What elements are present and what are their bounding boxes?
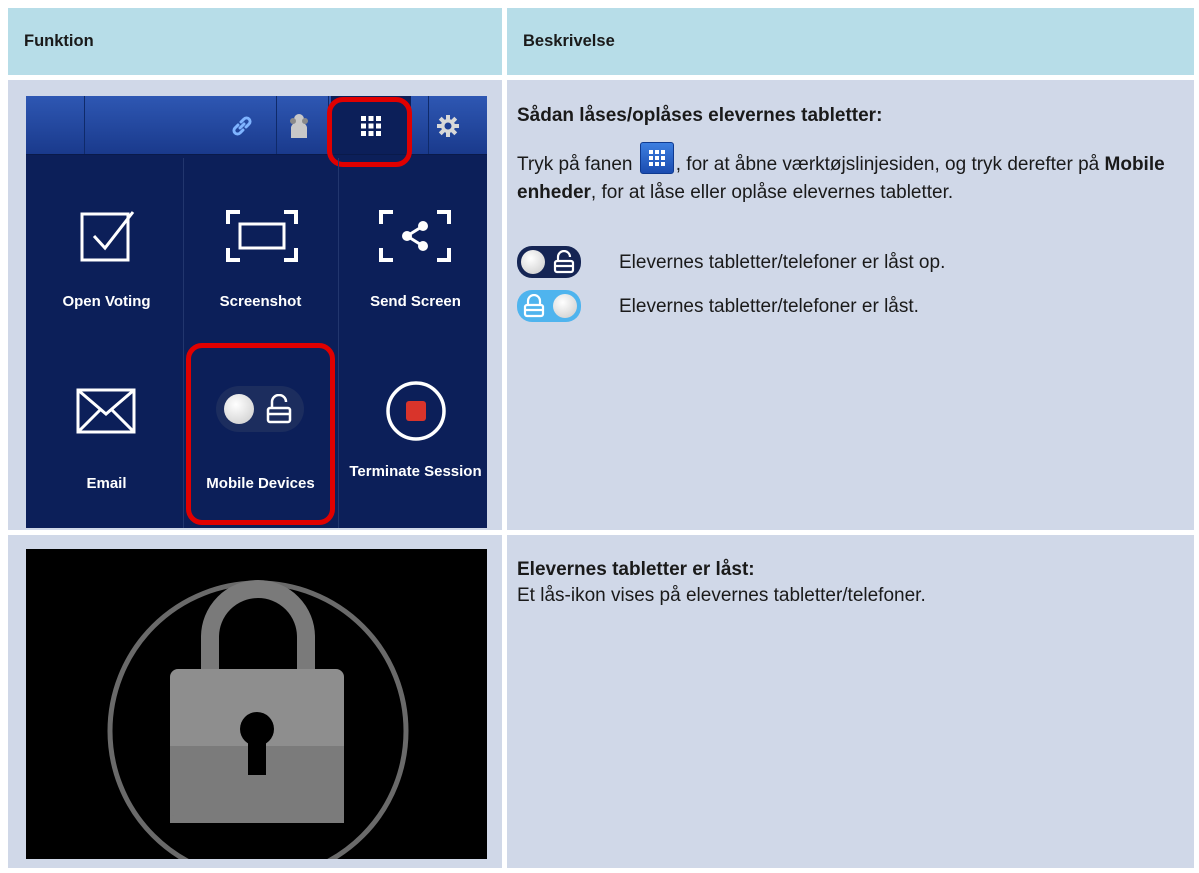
tile-open-voting[interactable]: Open Voting bbox=[30, 158, 183, 343]
tile-send-screen-label: Send Screen bbox=[370, 293, 461, 310]
envelope-icon bbox=[76, 388, 136, 434]
app-toolbar-screenshot: Open Voting Screenshot Send Screen Email… bbox=[26, 96, 487, 528]
tile-terminate-session-label: Terminate Session bbox=[349, 463, 482, 480]
grid-tab-highlight bbox=[327, 97, 412, 167]
unlocked-row: Elevernes tabletter/telefoner er låst op… bbox=[517, 246, 1185, 280]
tile-email-label: Email bbox=[86, 475, 127, 492]
row1-heading: Sådan låses/oplåses elevernes tabletter: bbox=[517, 105, 883, 126]
mobile-devices-highlight bbox=[186, 343, 335, 525]
tile-terminate-session[interactable]: Terminate Session bbox=[339, 344, 487, 528]
students-icon[interactable] bbox=[279, 106, 319, 146]
header-description: Beskrivelse bbox=[507, 8, 1194, 75]
app-tab-bar bbox=[26, 96, 487, 155]
gear-icon[interactable] bbox=[428, 106, 468, 146]
toggle-locked-icon bbox=[517, 290, 581, 322]
tile-email[interactable]: Email bbox=[30, 344, 183, 528]
unlocked-description: Elevernes tabletter/telefoner er låst op… bbox=[619, 252, 946, 273]
row2-text: Et lås-ikon vises på elevernes tabletter… bbox=[517, 585, 926, 606]
locked-row: Elevernes tabletter/telefoner er låst. bbox=[517, 290, 1185, 324]
lock-icon bbox=[107, 580, 409, 859]
share-icon bbox=[379, 210, 451, 262]
link-icon[interactable] bbox=[222, 106, 262, 146]
grid-icon bbox=[639, 142, 674, 174]
row1-text: Tryk på fanen , for at åbne værktøjslinj… bbox=[517, 142, 1185, 207]
header-function: Funktion bbox=[8, 8, 502, 75]
tile-screenshot[interactable]: Screenshot bbox=[184, 158, 337, 343]
tablet-lock-screen bbox=[26, 549, 487, 859]
tile-open-voting-label: Open Voting bbox=[62, 293, 151, 310]
header-function-label: Funktion bbox=[24, 32, 94, 50]
feature-table: Funktion Beskrivelse Open Voting Screens… bbox=[8, 8, 1194, 868]
locked-description: Elevernes tabletter/telefoner er låst. bbox=[619, 296, 919, 317]
tile-send-screen[interactable]: Send Screen bbox=[339, 158, 487, 343]
tile-screenshot-label: Screenshot bbox=[219, 293, 302, 310]
row2-heading: Elevernes tabletter er låst: bbox=[517, 559, 755, 580]
screenshot-icon bbox=[226, 210, 298, 262]
header-description-label: Beskrivelse bbox=[523, 32, 615, 50]
stop-icon bbox=[386, 381, 446, 441]
toggle-unlocked-icon bbox=[517, 246, 581, 278]
checkbox-icon bbox=[80, 211, 135, 262]
